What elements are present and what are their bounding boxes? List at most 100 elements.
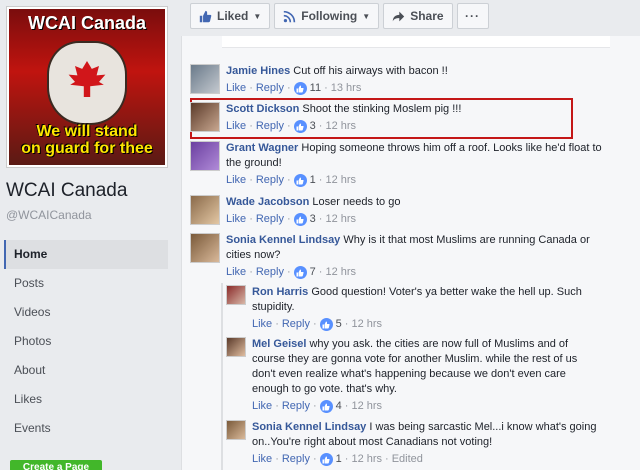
profile-image-title: WCAI Canada: [27, 13, 146, 33]
reaction-count[interactable]: 3: [310, 119, 316, 134]
avatar[interactable]: [226, 420, 246, 440]
share-button[interactable]: Share: [383, 3, 453, 29]
reply: Sonia Kennel Lindsay I was being sarcast…: [226, 420, 596, 467]
like-link[interactable]: Like: [252, 399, 272, 414]
comment-author[interactable]: Grant Wagner: [226, 142, 298, 154]
page-sidebar: WCAI Canada We will stand on guard for t…: [0, 0, 178, 470]
timestamp[interactable]: 13 hrs: [331, 81, 362, 96]
nav-photos[interactable]: Photos: [4, 327, 168, 356]
avatar[interactable]: [190, 195, 220, 225]
share-label: Share: [410, 9, 444, 23]
reply-text-line-1: why you ask. the cities are now full of …: [309, 338, 569, 350]
like-reaction-icon[interactable]: [319, 318, 333, 331]
comment-author[interactable]: Sonia Kennel Lindsay: [226, 234, 340, 246]
timestamp[interactable]: 12 hrs: [325, 265, 356, 280]
page-name[interactable]: WCAI Canada: [6, 180, 127, 202]
nav-home[interactable]: Home: [4, 240, 168, 269]
like-reaction-icon[interactable]: [319, 400, 333, 413]
separator: ·: [249, 82, 253, 94]
like-reaction-icon[interactable]: [293, 120, 307, 133]
reply-link[interactable]: Reply: [282, 452, 310, 467]
like-link[interactable]: Like: [226, 173, 246, 188]
comment-author[interactable]: Jamie Hines: [226, 65, 290, 77]
edited-label[interactable]: Edited: [392, 452, 423, 467]
timestamp[interactable]: 12 hrs: [351, 399, 382, 414]
separator: ·: [344, 400, 349, 412]
like-link[interactable]: Like: [252, 452, 272, 467]
like-link[interactable]: Like: [226, 265, 246, 280]
timestamp[interactable]: 12 hrs: [325, 119, 356, 134]
separator: ·: [312, 453, 317, 465]
liked-button[interactable]: Liked ▼: [190, 3, 271, 29]
separator: ·: [249, 120, 253, 132]
reaction-count[interactable]: 7: [310, 265, 316, 280]
create-page-button[interactable]: Create a Page: [10, 460, 102, 470]
timestamp[interactable]: 12 hrs: [325, 212, 356, 227]
comment-author[interactable]: Wade Jacobson: [226, 196, 309, 208]
like-link[interactable]: Like: [226, 212, 246, 227]
reply: Ron Harris Good question! Voter's ya bet…: [226, 285, 582, 332]
reaction-count[interactable]: 3: [310, 212, 316, 227]
profile-picture[interactable]: WCAI Canada We will stand on guard for t…: [6, 6, 168, 168]
reaction-count[interactable]: 1: [310, 173, 316, 188]
separator: ·: [249, 266, 253, 278]
like-reaction-icon[interactable]: [293, 174, 307, 187]
nav-about[interactable]: About: [4, 356, 168, 385]
reply-link[interactable]: Reply: [256, 212, 284, 227]
comment-actions: Like · Reply · 1 · 12 hrs: [226, 173, 602, 188]
comment: Jamie Hines Cut off his airways with bac…: [190, 64, 448, 96]
profile-image: WCAI Canada We will stand on guard for t…: [9, 9, 165, 165]
like-link[interactable]: Like: [252, 317, 272, 332]
more-options-button[interactable]: ···: [456, 3, 489, 29]
comment-author[interactable]: Scott Dickson: [226, 103, 299, 115]
comment-text-line-2: cities now?: [226, 249, 281, 261]
separator: ·: [312, 400, 317, 412]
separator: ·: [344, 318, 349, 330]
avatar[interactable]: [226, 285, 246, 305]
comment-actions: Like · Reply · 3 · 12 hrs: [226, 212, 400, 227]
share-icon: [393, 11, 405, 21]
like-reaction-icon[interactable]: [293, 266, 307, 279]
reply-link[interactable]: Reply: [282, 317, 310, 332]
reaction-count[interactable]: 1: [336, 452, 342, 467]
reply-author[interactable]: Mel Geisel: [252, 338, 306, 350]
avatar[interactable]: [226, 337, 246, 357]
nav-likes[interactable]: Likes: [4, 385, 168, 414]
chevron-down-icon: ▼: [253, 11, 262, 21]
avatar[interactable]: [190, 64, 220, 94]
like-link[interactable]: Like: [226, 81, 246, 96]
separator: ·: [275, 400, 279, 412]
reply-author[interactable]: Ron Harris: [252, 286, 308, 298]
reaction-count[interactable]: 4: [336, 399, 342, 414]
comment-actions: Like · Reply · 3 · 12 hrs: [226, 119, 461, 134]
comment-text-line-1: Hoping someone throws him off a roof. Lo…: [301, 142, 602, 154]
reply-actions: Like · Reply · 4 · 12 hrs: [252, 399, 577, 414]
page-actions: Liked ▼ Following ▼ Share ···: [190, 3, 489, 29]
reply-link[interactable]: Reply: [282, 399, 310, 414]
reply-author[interactable]: Sonia Kennel Lindsay: [252, 421, 366, 433]
separator: ·: [344, 453, 349, 465]
following-button[interactable]: Following ▼: [274, 3, 380, 29]
avatar[interactable]: [190, 233, 220, 263]
reply-link[interactable]: Reply: [256, 119, 284, 134]
nav-videos[interactable]: Videos: [4, 298, 168, 327]
avatar[interactable]: [190, 141, 220, 171]
avatar[interactable]: [190, 102, 220, 132]
timestamp[interactable]: 12 hrs: [325, 173, 356, 188]
reply-link[interactable]: Reply: [256, 173, 284, 188]
reply-link[interactable]: Reply: [256, 265, 284, 280]
like-reaction-icon[interactable]: [319, 453, 333, 466]
like-reaction-icon[interactable]: [293, 213, 307, 226]
timestamp[interactable]: 12 hrs: [351, 452, 382, 467]
maple-leaf-icon: [68, 61, 106, 97]
reaction-count[interactable]: 11: [310, 81, 321, 96]
like-reaction-icon[interactable]: [293, 82, 307, 95]
reply-link[interactable]: Reply: [256, 81, 284, 96]
nav-events[interactable]: Events: [4, 414, 168, 443]
page-handle[interactable]: @WCAICanada: [6, 208, 92, 222]
nav-posts[interactable]: Posts: [4, 269, 168, 298]
reaction-count[interactable]: 5: [336, 317, 342, 332]
comment-actions: Like · Reply · 11 · 13 hrs: [226, 81, 448, 96]
timestamp[interactable]: 12 hrs: [351, 317, 382, 332]
like-link[interactable]: Like: [226, 119, 246, 134]
